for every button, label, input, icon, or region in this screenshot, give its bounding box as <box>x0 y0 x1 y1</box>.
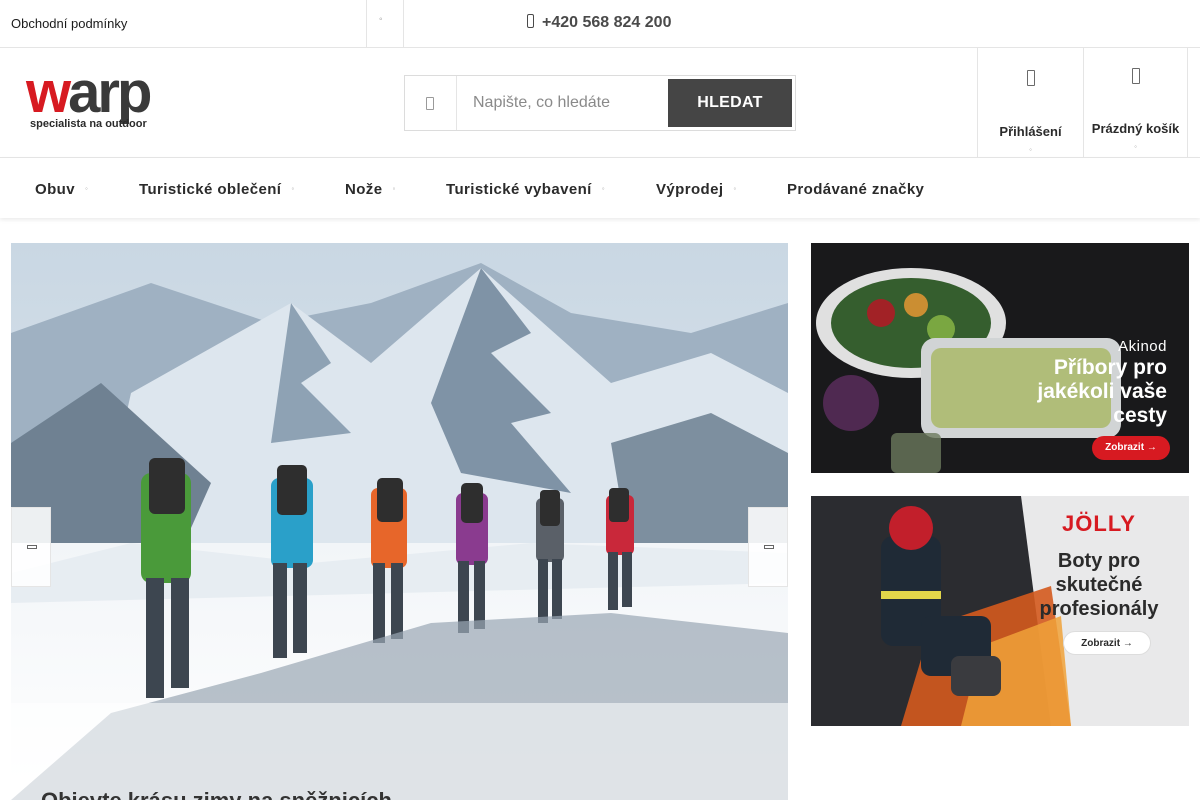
slider-next-button[interactable] <box>748 507 788 587</box>
nav-item-vyprodej[interactable]: Výprodej ◦ <box>656 181 737 198</box>
chevron-down-icon: ◦ <box>1134 142 1137 151</box>
chevron-down-icon: ◦ <box>733 184 737 193</box>
phone-contact[interactable]: +420 568 824 200 <box>527 14 671 32</box>
nav-item-znacky[interactable]: Prodávané značky <box>787 181 924 198</box>
chevron-down-icon: ◦ <box>84 184 89 193</box>
divider <box>1187 48 1188 158</box>
hero-caption: Objevte krásu zimy na sněžnicích <box>41 788 392 800</box>
hero-slider[interactable]: Objevte krásu zimy na sněžnicích <box>11 243 788 800</box>
search-icon-box[interactable] <box>405 76 457 130</box>
top-bar: Obchodní podmínky ◦ +420 568 824 200 <box>0 0 1200 48</box>
nav-item-turisticke-obleceni[interactable]: Turistické oblečení ◦ <box>139 181 295 198</box>
cart-icon <box>1131 68 1140 84</box>
chevron-left-icon <box>27 545 37 549</box>
promo-banner-jolly[interactable]: JÖLLY Boty pro skutečné profesionály Zob… <box>811 496 1189 726</box>
divider <box>366 0 367 48</box>
banner-brand: JÖLLY <box>1062 511 1136 536</box>
banner-show-button[interactable]: Zobrazit → <box>1092 436 1170 460</box>
phone-icon <box>527 14 534 28</box>
search-input[interactable] <box>473 90 663 116</box>
banner-headline-line: cesty <box>1113 404 1167 427</box>
banner-headline-line: skutečné <box>1055 574 1143 596</box>
banner-show-button[interactable]: Zobrazit → <box>1063 631 1151 655</box>
user-icon <box>1026 70 1035 86</box>
logo[interactable]: warp specialista na outdoor <box>26 64 196 134</box>
chevron-down-icon: ◦ <box>1029 145 1032 154</box>
banner-headline-line: Boty pro <box>1057 550 1141 572</box>
chevron-down-icon: ◦ <box>392 184 396 193</box>
banner-headline-line: profesionály <box>1039 598 1159 620</box>
chevron-down-icon: ◦ <box>291 184 295 193</box>
chevron-down-icon: ◦ <box>601 184 605 193</box>
slider-prev-button[interactable] <box>11 507 51 587</box>
chevron-right-icon <box>764 545 774 549</box>
cart-label: Prázdný košík <box>1091 121 1180 136</box>
divider <box>403 0 404 48</box>
login-label: Přihlášení <box>999 124 1062 139</box>
logo-wordmark: warp <box>26 60 152 125</box>
login-button[interactable]: Přihlášení ◦ <box>978 48 1083 158</box>
search-button[interactable]: HLEDAT <box>668 79 792 127</box>
banner-brand: Akinod <box>1118 338 1167 355</box>
phone-number: +420 568 824 200 <box>542 14 672 31</box>
nav-item-obuv[interactable]: Obuv ◦ <box>35 181 88 198</box>
logo-tagline: specialista na outdoor <box>30 118 147 130</box>
promo-banner-akinod[interactable]: Akinod Příbory pro jakékoli vaše cesty Z… <box>811 243 1189 473</box>
search-box: HLEDAT <box>404 75 796 131</box>
terms-link[interactable]: Obchodní podmínky <box>11 16 127 31</box>
search-icon <box>426 97 434 110</box>
nav-item-turisticke-vybaveni[interactable]: Turistické vybavení ◦ <box>446 181 605 198</box>
main-nav: Obuv ◦ Turistické oblečení ◦ Nože ◦ Turisti… <box>0 158 1200 218</box>
banner-headline-line: Příbory pro <box>1053 356 1167 379</box>
header: warp specialista na outdoor HLEDAT Přihl… <box>0 48 1200 158</box>
nav-item-noze[interactable]: Nože ◦ <box>345 181 396 198</box>
banner-headline-line: jakékoli vaše <box>1037 380 1167 403</box>
more-menu-icon[interactable]: ◦ <box>379 14 383 25</box>
cart-button[interactable]: Prázdný košík ◦ <box>1084 48 1187 158</box>
hero-image <box>11 243 788 800</box>
